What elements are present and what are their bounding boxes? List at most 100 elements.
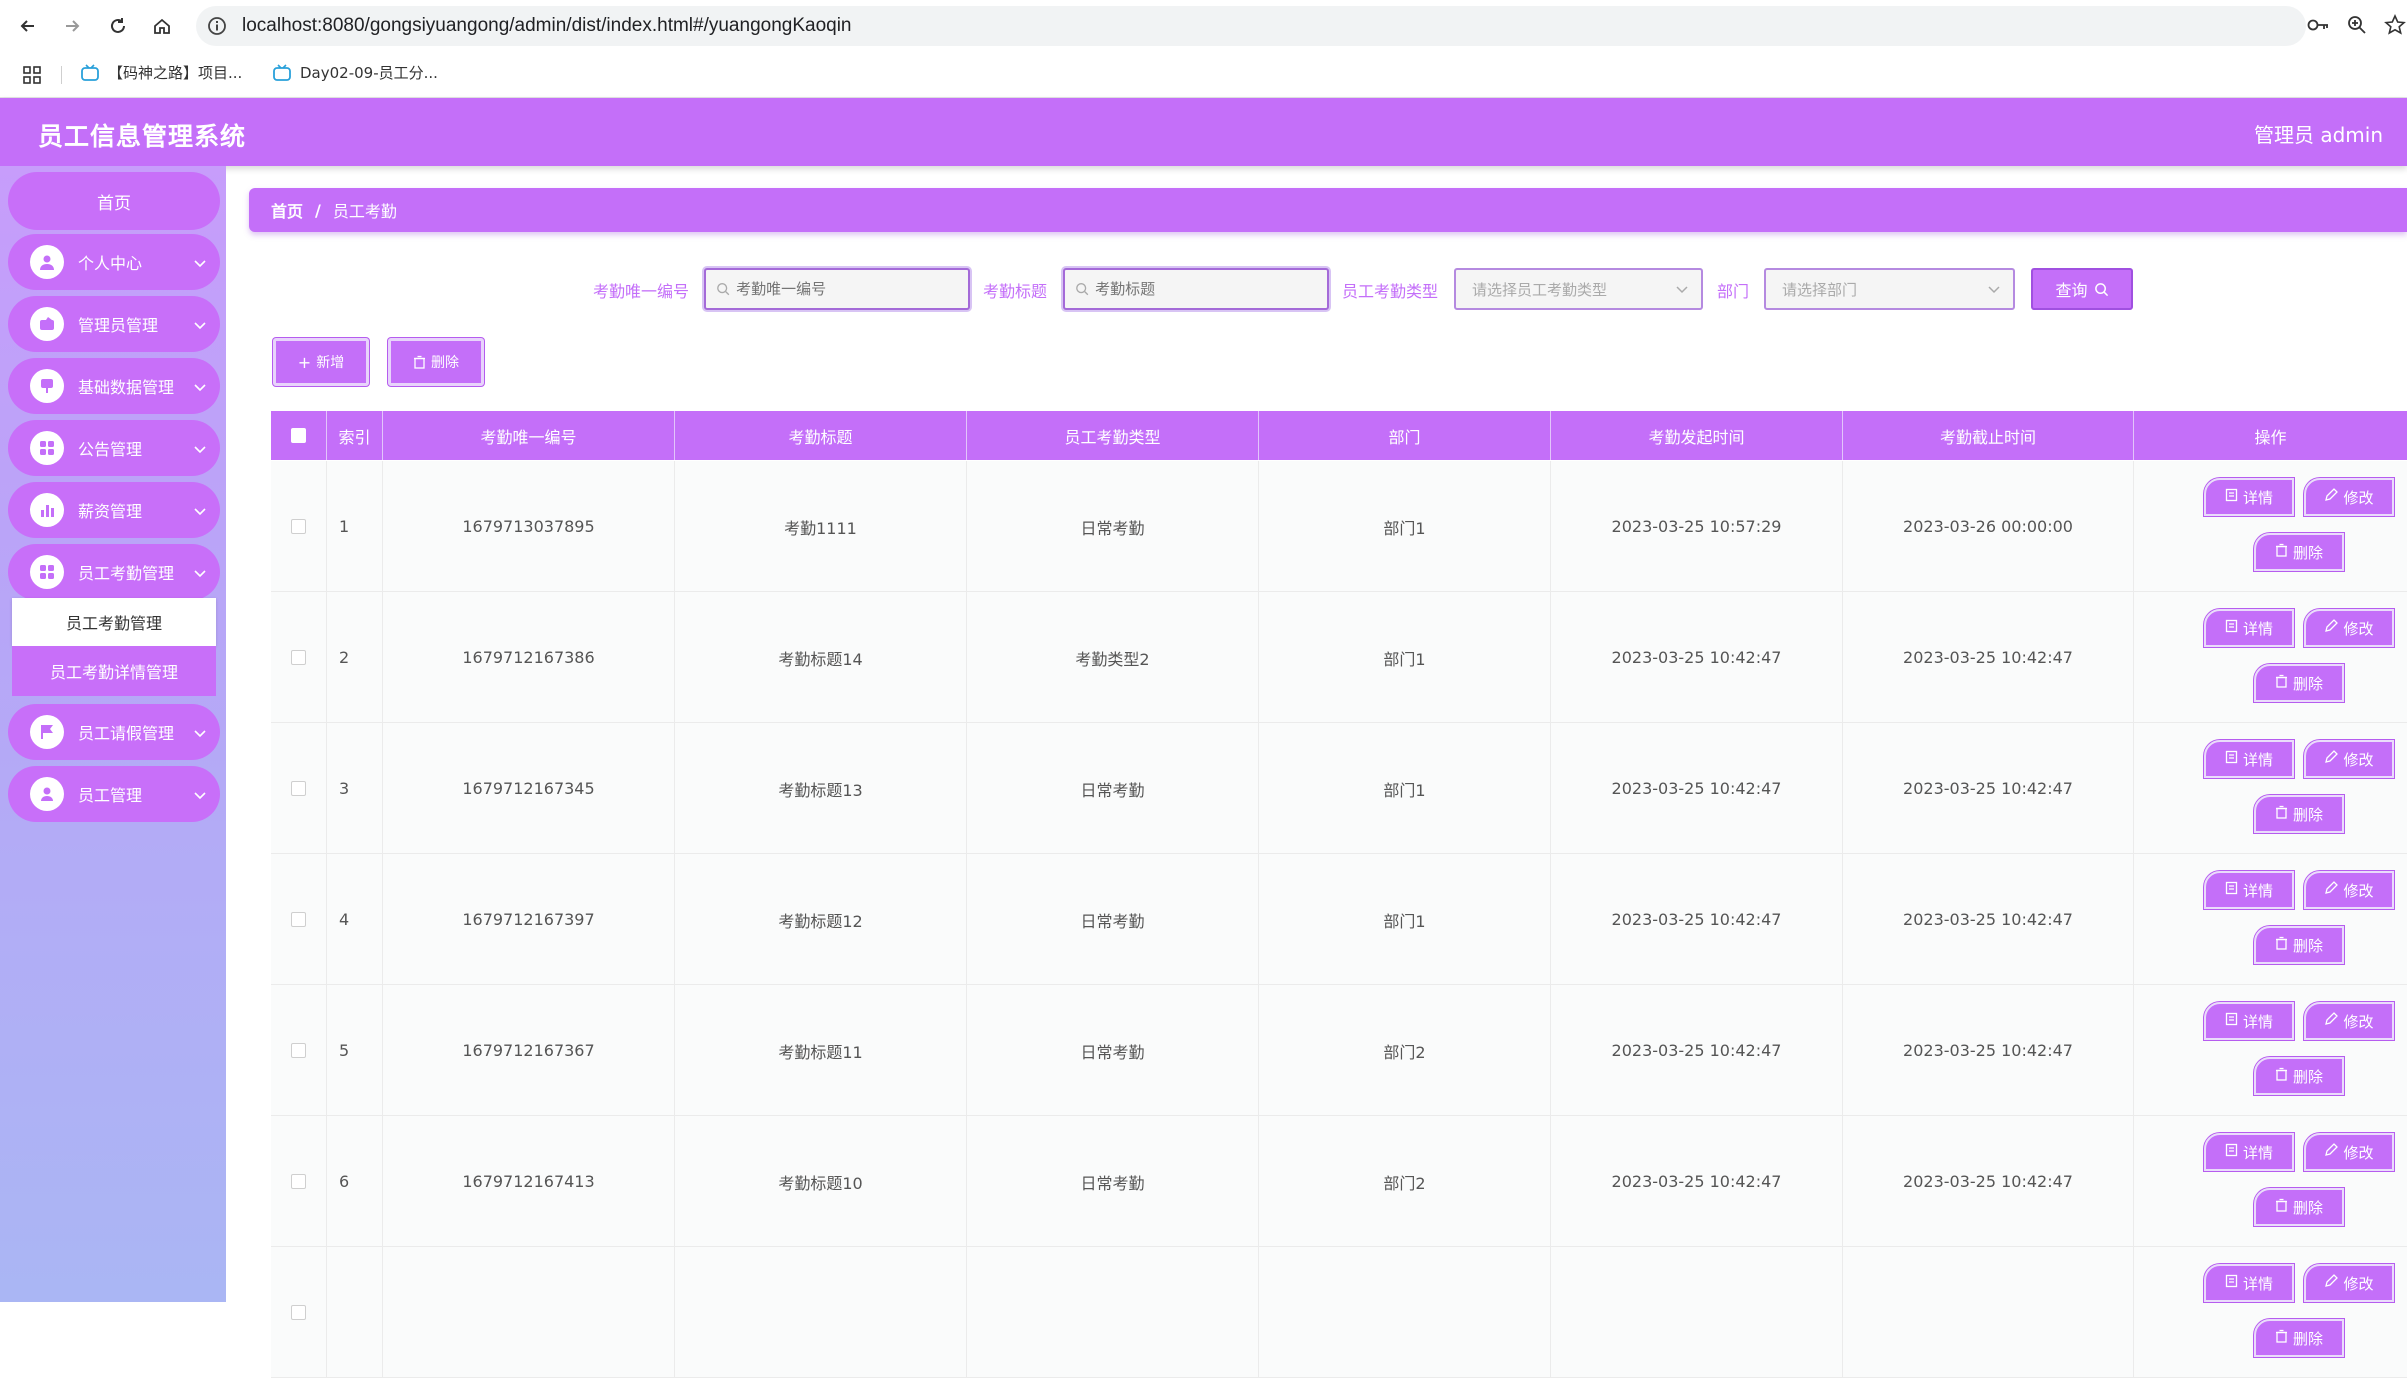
- detail-button[interactable]: 详情: [2204, 1264, 2294, 1302]
- sidebar-item-label: 薪资管理: [78, 502, 143, 521]
- bookmarks-bar: 【码神之路】项目... Day02-09-员工分...: [0, 52, 2407, 98]
- star-icon[interactable]: [2384, 14, 2406, 40]
- reload-icon[interactable]: [104, 12, 132, 40]
- row-delete-button[interactable]: 删除: [2254, 533, 2344, 571]
- detail-button[interactable]: 详情: [2204, 871, 2294, 909]
- sidebar-item-profile[interactable]: 个人中心: [8, 234, 220, 290]
- select-all-checkbox[interactable]: [291, 428, 306, 443]
- apps-icon[interactable]: [22, 65, 42, 89]
- row-checkbox[interactable]: [291, 912, 306, 927]
- table-row: 5 1679712167367 考勤标题11 日常考勤 部门2 2023-03-25 10…: [271, 985, 2407, 1116]
- cell-title: [675, 1247, 967, 1378]
- department-select[interactable]: 请选择部门: [1764, 268, 2015, 310]
- cell-index: [327, 1247, 383, 1378]
- sidebar-item-label: 员工考勤管理: [78, 564, 175, 583]
- address-bar[interactable]: localhost:8080/gongsiyuangong/admin/dist…: [196, 6, 2306, 46]
- detail-button[interactable]: 详情: [2204, 609, 2294, 647]
- row-delete-button[interactable]: 删除: [2254, 1319, 2344, 1357]
- row-checkbox[interactable]: [291, 650, 306, 665]
- column-header: 操作: [2254, 427, 2287, 447]
- chevron-down-icon: [194, 563, 206, 582]
- trash-icon: [414, 355, 425, 369]
- app-title: 员工信息管理系统: [38, 122, 247, 151]
- row-delete-button[interactable]: 删除: [2254, 1188, 2344, 1226]
- detail-button-label: 详情: [2242, 1274, 2273, 1293]
- search-title-field[interactable]: [1095, 280, 1327, 298]
- sidebar-item-salary[interactable]: 薪资管理: [8, 482, 220, 538]
- detail-button[interactable]: 详情: [2204, 740, 2294, 778]
- key-icon[interactable]: [2306, 14, 2330, 40]
- home-icon[interactable]: [148, 12, 176, 40]
- edit-button[interactable]: 修改: [2304, 1133, 2394, 1171]
- forward-icon[interactable]: [58, 12, 86, 40]
- detail-button[interactable]: 详情: [2204, 1133, 2294, 1171]
- row-delete-button[interactable]: 删除: [2254, 1057, 2344, 1095]
- row-checkbox[interactable]: [291, 781, 306, 796]
- add-button[interactable]: + 新增: [273, 338, 369, 386]
- row-select-cell: [271, 461, 327, 592]
- row-checkbox[interactable]: [291, 1043, 306, 1058]
- row-delete-button[interactable]: 删除: [2254, 926, 2344, 964]
- bookmark-item[interactable]: 【码神之路】项目...: [80, 62, 242, 83]
- sidebar-item-basic-data[interactable]: 基础数据管理: [8, 358, 220, 414]
- edit-button[interactable]: 修改: [2304, 478, 2394, 516]
- detail-button-label: 详情: [2242, 1012, 2273, 1031]
- detail-button[interactable]: 详情: [2204, 1002, 2294, 1040]
- sidebar-item-label: 个人中心: [78, 254, 143, 273]
- submenu-item-attendance-detail[interactable]: 员工考勤详情管理: [12, 646, 216, 696]
- row-delete-button[interactable]: 删除: [2254, 795, 2344, 833]
- detail-button[interactable]: 详情: [2204, 478, 2294, 516]
- submenu-item-attendance[interactable]: 员工考勤管理: [12, 598, 216, 646]
- cell-operations: 详情 修改删除: [2134, 723, 2407, 854]
- plus-icon: +: [297, 352, 312, 372]
- cell-operations: 详情 修改删除: [2134, 592, 2407, 723]
- sidebar-item-label: 管理员管理: [78, 316, 159, 335]
- chevron-down-icon: [194, 501, 206, 520]
- batch-delete-button[interactable]: 删除: [388, 338, 484, 386]
- breadcrumb-separator: /: [315, 200, 321, 220]
- cell-start: 2023-03-25 10:42:47: [1551, 723, 1843, 854]
- sidebar-item-home[interactable]: 首页: [8, 172, 220, 230]
- edit-button[interactable]: 修改: [2304, 609, 2394, 647]
- add-button-label: 新增: [316, 355, 345, 371]
- cell-title: 考勤标题12: [675, 854, 967, 985]
- query-button[interactable]: 查询: [2031, 268, 2133, 310]
- search-code-field[interactable]: [736, 280, 968, 298]
- row-checkbox[interactable]: [291, 1305, 306, 1320]
- sidebar-item-notice[interactable]: 公告管理: [8, 420, 220, 476]
- breadcrumb-home[interactable]: 首页: [271, 198, 303, 222]
- chevron-down-icon: [194, 315, 206, 334]
- sidebar-item-leave[interactable]: 员工请假管理: [8, 704, 220, 760]
- cell-start: 2023-03-25 10:42:47: [1551, 592, 1843, 723]
- chevron-down-icon: [194, 439, 206, 458]
- cell-index: 2: [327, 592, 383, 723]
- search-dept-label: 部门: [1717, 282, 1750, 301]
- cell-code: 1679712167386: [383, 592, 675, 723]
- edit-button[interactable]: 修改: [2304, 1264, 2394, 1302]
- current-user[interactable]: 管理员 admin: [2254, 119, 2383, 148]
- bookmark-separator: [61, 66, 62, 84]
- site-info-icon[interactable]: [206, 15, 228, 41]
- edit-button[interactable]: 修改: [2304, 740, 2394, 778]
- cell-index: 6: [327, 1116, 383, 1247]
- back-icon[interactable]: [14, 12, 42, 40]
- sidebar-item-employee[interactable]: 员工管理: [8, 766, 220, 822]
- search-code-input[interactable]: [704, 268, 970, 310]
- row-delete-button-label: 删除: [2292, 1067, 2323, 1086]
- row-delete-button[interactable]: 删除: [2254, 664, 2344, 702]
- row-checkbox[interactable]: [291, 519, 306, 534]
- edit-button[interactable]: 修改: [2304, 1002, 2394, 1040]
- edit-button-label: 修改: [2343, 881, 2374, 900]
- bookmark-item[interactable]: Day02-09-员工分...: [272, 62, 438, 83]
- cell-title: 考勤标题11: [675, 985, 967, 1116]
- table-row: 4 1679712167397 考勤标题12 日常考勤 部门1 2023-03-25 10…: [271, 854, 2407, 985]
- sidebar-item-attendance[interactable]: 员工考勤管理: [8, 544, 220, 600]
- zoom-icon[interactable]: [2346, 14, 2368, 40]
- sidebar-item-admin[interactable]: 管理员管理: [8, 296, 220, 352]
- search-code-label: 考勤唯一编号: [593, 282, 690, 301]
- row-checkbox[interactable]: [291, 1174, 306, 1189]
- edit-button[interactable]: 修改: [2304, 871, 2394, 909]
- attendance-type-select[interactable]: 请选择员工考勤类型: [1454, 268, 1703, 310]
- cell-operations: 详情 修改删除: [2134, 1247, 2407, 1378]
- search-title-input[interactable]: [1063, 268, 1329, 310]
